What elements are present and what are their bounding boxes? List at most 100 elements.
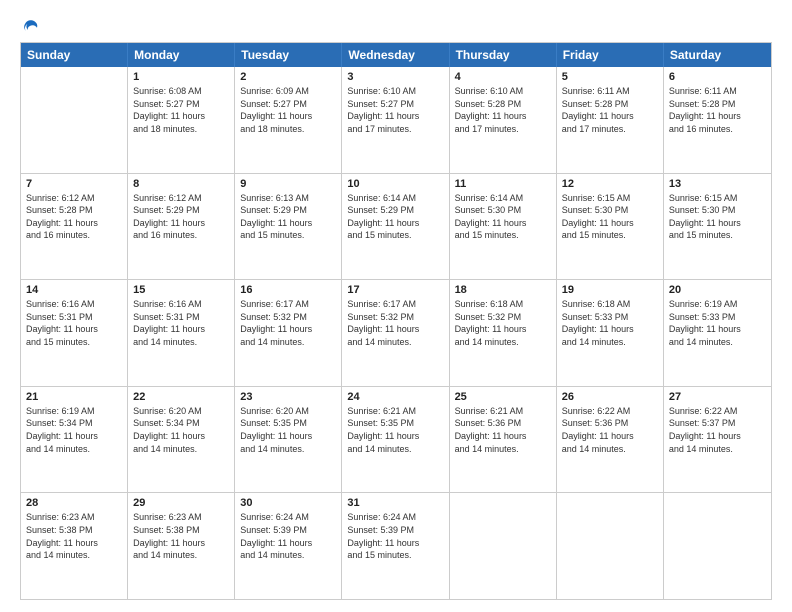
calendar-day-cell: 13 Sunrise: 6:15 AM Sunset: 5:30 PM Dayli… (664, 174, 771, 280)
day-info: Sunrise: 6:24 AM Sunset: 5:39 PM Dayligh… (240, 511, 336, 561)
calendar-day-cell: 26 Sunrise: 6:22 AM Sunset: 5:36 PM Dayli… (557, 387, 664, 493)
day-info: Sunrise: 6:13 AM Sunset: 5:29 PM Dayligh… (240, 192, 336, 242)
calendar-day-cell: 12Sunrise: 6:15 AM Sunset: 5:30 PM Dayli… (557, 174, 664, 280)
day-info: Sunrise: 6:08 AM Sunset: 5:27 PM Dayligh… (133, 85, 229, 135)
calendar-header-cell: Tuesday (235, 43, 342, 67)
calendar-day-cell (21, 67, 128, 173)
day-info: Sunrise: 6:14 AM Sunset: 5:29 PM Dayligh… (347, 192, 443, 242)
day-info: Sunrise: 6:11 AM Sunset: 5:28 PM Dayligh… (669, 85, 766, 135)
logo-bird-icon (22, 18, 40, 36)
day-number: 20 (669, 284, 766, 296)
day-number: 26 (562, 391, 658, 403)
day-number: 6 (669, 71, 766, 83)
day-info: Sunrise: 6:11 AM Sunset: 5:28 PM Dayligh… (562, 85, 658, 135)
day-number: 9 (240, 178, 336, 190)
calendar-day-cell: 30 Sunrise: 6:24 AM Sunset: 5:39 PM Dayli… (235, 493, 342, 599)
day-info: Sunrise: 6:17 AM Sunset: 5:32 PM Dayligh… (347, 298, 443, 348)
calendar-day-cell: 16Sunrise: 6:17 AM Sunset: 5:32 PM Dayli… (235, 280, 342, 386)
calendar-day-cell: 10 Sunrise: 6:14 AM Sunset: 5:29 PM Dayli… (342, 174, 449, 280)
calendar-day-cell: 17 Sunrise: 6:17 AM Sunset: 5:32 PM Dayli… (342, 280, 449, 386)
day-info: Sunrise: 6:12 AM Sunset: 5:28 PM Dayligh… (26, 192, 122, 242)
calendar-day-cell: 20 Sunrise: 6:19 AM Sunset: 5:33 PM Dayli… (664, 280, 771, 386)
day-info: Sunrise: 6:22 AM Sunset: 5:36 PM Dayligh… (562, 405, 658, 455)
calendar-week-row: 14 Sunrise: 6:16 AM Sunset: 5:31 PM Dayli… (21, 280, 771, 387)
calendar-day-cell: 18 Sunrise: 6:18 AM Sunset: 5:32 PM Dayli… (450, 280, 557, 386)
calendar-header-cell: Sunday (21, 43, 128, 67)
day-number: 18 (455, 284, 551, 296)
day-number: 23 (240, 391, 336, 403)
calendar-header-cell: Thursday (450, 43, 557, 67)
day-number: 2 (240, 71, 336, 83)
logo (20, 18, 40, 36)
calendar-day-cell: 24Sunrise: 6:21 AM Sunset: 5:35 PM Dayli… (342, 387, 449, 493)
calendar-day-cell: 28 Sunrise: 6:23 AM Sunset: 5:38 PM Dayli… (21, 493, 128, 599)
calendar-day-cell: 11 Sunrise: 6:14 AM Sunset: 5:30 PM Dayli… (450, 174, 557, 280)
day-number: 29 (133, 497, 229, 509)
day-number: 30 (240, 497, 336, 509)
calendar-day-cell: 25Sunrise: 6:21 AM Sunset: 5:36 PM Dayli… (450, 387, 557, 493)
day-info: Sunrise: 6:16 AM Sunset: 5:31 PM Dayligh… (26, 298, 122, 348)
calendar-day-cell (557, 493, 664, 599)
day-number: 8 (133, 178, 229, 190)
day-number: 22 (133, 391, 229, 403)
day-info: Sunrise: 6:19 AM Sunset: 5:34 PM Dayligh… (26, 405, 122, 455)
day-info: Sunrise: 6:16 AM Sunset: 5:31 PM Dayligh… (133, 298, 229, 348)
calendar-day-cell: 29 Sunrise: 6:23 AM Sunset: 5:38 PM Dayli… (128, 493, 235, 599)
calendar-day-cell: 3 Sunrise: 6:10 AM Sunset: 5:27 PM Daylig… (342, 67, 449, 173)
header (20, 18, 772, 36)
day-number: 10 (347, 178, 443, 190)
day-info: Sunrise: 6:23 AM Sunset: 5:38 PM Dayligh… (133, 511, 229, 561)
day-info: Sunrise: 6:10 AM Sunset: 5:27 PM Dayligh… (347, 85, 443, 135)
day-info: Sunrise: 6:10 AM Sunset: 5:28 PM Dayligh… (455, 85, 551, 135)
day-number: 31 (347, 497, 443, 509)
day-info: Sunrise: 6:23 AM Sunset: 5:38 PM Dayligh… (26, 511, 122, 561)
day-number: 11 (455, 178, 551, 190)
calendar-day-cell: 7Sunrise: 6:12 AM Sunset: 5:28 PM Daylig… (21, 174, 128, 280)
calendar-day-cell: 2 Sunrise: 6:09 AM Sunset: 5:27 PM Daylig… (235, 67, 342, 173)
calendar-day-cell: 14 Sunrise: 6:16 AM Sunset: 5:31 PM Dayli… (21, 280, 128, 386)
day-info: Sunrise: 6:09 AM Sunset: 5:27 PM Dayligh… (240, 85, 336, 135)
calendar-day-cell: 9 Sunrise: 6:13 AM Sunset: 5:29 PM Daylig… (235, 174, 342, 280)
calendar-body: 1Sunrise: 6:08 AM Sunset: 5:27 PM Daylig… (21, 67, 771, 599)
calendar-week-row: 1Sunrise: 6:08 AM Sunset: 5:27 PM Daylig… (21, 67, 771, 174)
day-info: Sunrise: 6:18 AM Sunset: 5:32 PM Dayligh… (455, 298, 551, 348)
day-info: Sunrise: 6:20 AM Sunset: 5:35 PM Dayligh… (240, 405, 336, 455)
day-number: 5 (562, 71, 658, 83)
day-number: 28 (26, 497, 122, 509)
day-number: 19 (562, 284, 658, 296)
calendar-day-cell: 22 Sunrise: 6:20 AM Sunset: 5:34 PM Dayli… (128, 387, 235, 493)
day-number: 12 (562, 178, 658, 190)
page: SundayMondayTuesdayWednesdayThursdayFrid… (0, 0, 792, 612)
day-info: Sunrise: 6:24 AM Sunset: 5:39 PM Dayligh… (347, 511, 443, 561)
day-info: Sunrise: 6:19 AM Sunset: 5:33 PM Dayligh… (669, 298, 766, 348)
calendar-day-cell (450, 493, 557, 599)
day-number: 3 (347, 71, 443, 83)
calendar-header: SundayMondayTuesdayWednesdayThursdayFrid… (21, 43, 771, 67)
day-info: Sunrise: 6:15 AM Sunset: 5:30 PM Dayligh… (669, 192, 766, 242)
day-info: Sunrise: 6:17 AM Sunset: 5:32 PM Dayligh… (240, 298, 336, 348)
day-number: 21 (26, 391, 122, 403)
calendar-day-cell: 4 Sunrise: 6:10 AM Sunset: 5:28 PM Daylig… (450, 67, 557, 173)
calendar-week-row: 21 Sunrise: 6:19 AM Sunset: 5:34 PM Dayli… (21, 387, 771, 494)
day-number: 13 (669, 178, 766, 190)
day-info: Sunrise: 6:22 AM Sunset: 5:37 PM Dayligh… (669, 405, 766, 455)
calendar-day-cell: 6 Sunrise: 6:11 AM Sunset: 5:28 PM Daylig… (664, 67, 771, 173)
calendar-day-cell: 5 Sunrise: 6:11 AM Sunset: 5:28 PM Daylig… (557, 67, 664, 173)
day-info: Sunrise: 6:14 AM Sunset: 5:30 PM Dayligh… (455, 192, 551, 242)
calendar-header-cell: Friday (557, 43, 664, 67)
calendar-day-cell: 27 Sunrise: 6:22 AM Sunset: 5:37 PM Dayli… (664, 387, 771, 493)
calendar: SundayMondayTuesdayWednesdayThursdayFrid… (20, 42, 772, 600)
day-info: Sunrise: 6:20 AM Sunset: 5:34 PM Dayligh… (133, 405, 229, 455)
day-number: 17 (347, 284, 443, 296)
calendar-day-cell: 31 Sunrise: 6:24 AM Sunset: 5:39 PM Dayli… (342, 493, 449, 599)
day-number: 27 (669, 391, 766, 403)
calendar-day-cell: 1Sunrise: 6:08 AM Sunset: 5:27 PM Daylig… (128, 67, 235, 173)
calendar-day-cell: 19 Sunrise: 6:18 AM Sunset: 5:33 PM Dayli… (557, 280, 664, 386)
day-info: Sunrise: 6:12 AM Sunset: 5:29 PM Dayligh… (133, 192, 229, 242)
day-info: Sunrise: 6:18 AM Sunset: 5:33 PM Dayligh… (562, 298, 658, 348)
day-number: 14 (26, 284, 122, 296)
day-info: Sunrise: 6:21 AM Sunset: 5:35 PM Dayligh… (347, 405, 443, 455)
calendar-day-cell: 15Sunrise: 6:16 AM Sunset: 5:31 PM Dayli… (128, 280, 235, 386)
day-number: 25 (455, 391, 551, 403)
day-number: 4 (455, 71, 551, 83)
